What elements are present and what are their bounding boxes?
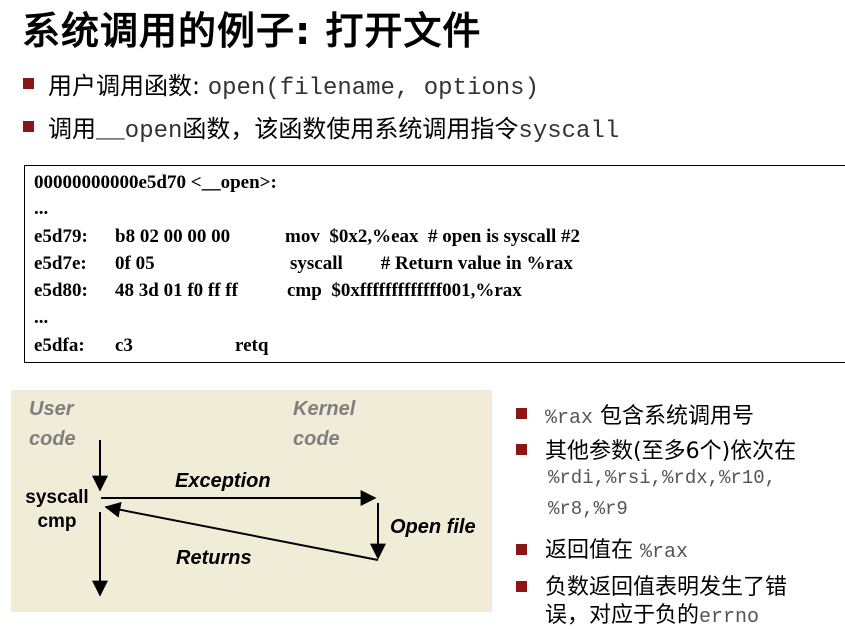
bullet-marker xyxy=(23,78,34,89)
bullet-syscall-instr: 调用__open函数，该函数使用系统调用指令syscall xyxy=(48,109,619,145)
code-bytes: b8 02 00 00 00 xyxy=(115,226,231,247)
bullet-code: open(filename, options) xyxy=(207,75,539,102)
code-instr: cmp $0xfffffffffffff001,%rax xyxy=(287,280,522,301)
return-value-text: 返回值在 %rax xyxy=(545,538,689,564)
code-row: e5d79: xyxy=(34,226,88,248)
code-ellipsis: ... xyxy=(34,198,49,219)
code-addr: e5d7e: xyxy=(34,253,87,274)
bullet-marker xyxy=(23,121,34,132)
reg-code: %rax xyxy=(640,541,689,564)
bullet-code2: syscall xyxy=(518,118,620,145)
disassembly-box: 00000000000e5d70 <__open>: ... e5d79: b8… xyxy=(24,165,845,363)
bullet-marker xyxy=(516,408,527,419)
code-header: 00000000000e5d70 <__open>: xyxy=(34,172,277,193)
code-instr: mov $0x2,%eax # open is syscall #2 xyxy=(285,226,581,247)
errno-code: errno xyxy=(699,606,760,629)
code-row: e5d80: xyxy=(34,280,88,302)
args-text: 其他参数(至多6个)依次在 xyxy=(545,439,797,464)
bullet-marker xyxy=(516,444,527,455)
page-title: 系统调用的例子: 打开文件 xyxy=(22,9,482,53)
rax-syscall-number: %rax 包含系统调用号 xyxy=(545,404,755,430)
returns-arrow xyxy=(104,501,379,561)
code-ellipsis: ... xyxy=(34,307,49,328)
bullet-code: __open xyxy=(96,118,183,145)
code-bytes: 0f 05 xyxy=(115,253,155,274)
bullet-marker xyxy=(516,581,527,592)
args-regs-line1: %rdi,%rsi,%rdx,%r10, xyxy=(548,467,777,489)
bullet-open-call: 用户调用函数: open(filename, options) xyxy=(48,66,539,102)
reg-code: %rax xyxy=(545,407,594,430)
bullet-prefix: 调用 xyxy=(48,115,96,143)
code-instr: syscall # Return value in %rax xyxy=(290,253,573,274)
bullet-suffix: 函数，该函数使用系统调用指令 xyxy=(182,115,519,143)
negative-return-line2: 误，对应于负的errno xyxy=(545,603,760,629)
code-row: e5dfa: xyxy=(34,335,85,357)
args-regs-line2: %r8,%r9 xyxy=(548,498,628,520)
code-bytes: c3 xyxy=(115,335,133,356)
syscall-diagram: User code Kernel code syscall cmp Except… xyxy=(11,390,492,612)
bullet-sep: : xyxy=(192,72,208,100)
diagram-arrows xyxy=(92,440,386,597)
code-row: e5d7e: xyxy=(34,253,87,275)
bullet-text: 用户调用函数 xyxy=(48,72,192,100)
code-addr: e5d79: xyxy=(34,226,88,247)
code-addr: e5dfa: xyxy=(34,335,85,356)
code-instr: retq xyxy=(235,335,269,356)
code-bytes: 48 3d 01 f0 ff ff xyxy=(115,280,238,301)
code-addr: e5d80: xyxy=(34,280,88,301)
bullet-marker xyxy=(516,544,527,555)
